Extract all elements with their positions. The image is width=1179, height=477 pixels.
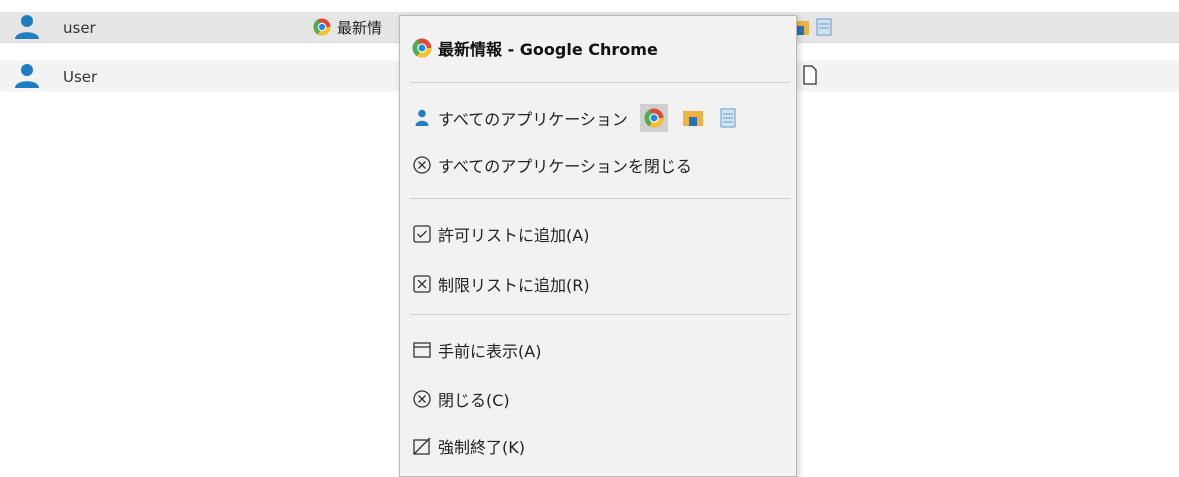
menu-item-label: 許可リストに追加(A) — [438, 226, 590, 245]
close-circle-icon — [412, 155, 432, 175]
menu-item-force-quit[interactable]: 強制終了(K) — [412, 434, 525, 458]
force-quit-icon — [412, 436, 432, 456]
user-name: user — [63, 19, 96, 37]
user-name: User — [63, 68, 98, 86]
notepad-icon — [816, 18, 832, 36]
close-circle-icon — [412, 389, 432, 409]
user-icon — [412, 108, 432, 128]
checkbox-x-icon — [412, 274, 432, 294]
menu-item-add-allow-list[interactable]: 許可リストに追加(A) — [412, 222, 589, 246]
menu-header: 最新情報 - Google Chrome — [412, 36, 658, 60]
window-icon — [412, 340, 432, 360]
chrome-app-button[interactable] — [639, 104, 668, 132]
menu-item-label: すべてのアプリケーションを閉じる — [438, 157, 692, 176]
row-app: 最新情 — [313, 17, 382, 37]
user-icon — [15, 64, 39, 88]
menu-item-label: 制限リストに追加(R) — [438, 276, 590, 295]
menu-item-label: 強制終了(K) — [438, 438, 525, 457]
menu-separator — [410, 314, 790, 315]
file-icon — [803, 65, 817, 85]
menu-item-label: すべてのアプリケーション — [438, 110, 628, 129]
row-app-label: 最新情 — [337, 18, 383, 37]
menu-item-close[interactable]: 閉じる(C) — [412, 387, 510, 411]
context-menu: 最新情報 - Google Chrome すべてのアプリケーション すべてのアプ… — [399, 15, 797, 477]
menu-separator — [410, 198, 790, 199]
chrome-icon — [313, 18, 331, 36]
notepad-icon[interactable] — [718, 107, 738, 129]
folder-icon[interactable] — [682, 108, 704, 128]
menu-item-label: 閉じる(C) — [438, 391, 510, 410]
menu-separator — [410, 82, 790, 83]
user-icon — [15, 15, 39, 39]
checkbox-check-icon — [412, 224, 432, 244]
menu-item-bring-to-front[interactable]: 手前に表示(A) — [412, 338, 541, 362]
app-icons — [639, 104, 738, 132]
chrome-icon — [412, 38, 432, 58]
menu-item-label: 手前に表示(A) — [438, 342, 542, 361]
menu-item-close-all-apps[interactable]: すべてのアプリケーションを閉じる — [412, 153, 692, 177]
menu-title: 最新情報 - Google Chrome — [438, 40, 658, 59]
chrome-icon — [644, 108, 664, 128]
menu-item-add-block-list[interactable]: 制限リストに追加(R) — [412, 272, 590, 296]
menu-item-all-apps[interactable]: すべてのアプリケーション — [412, 104, 738, 132]
